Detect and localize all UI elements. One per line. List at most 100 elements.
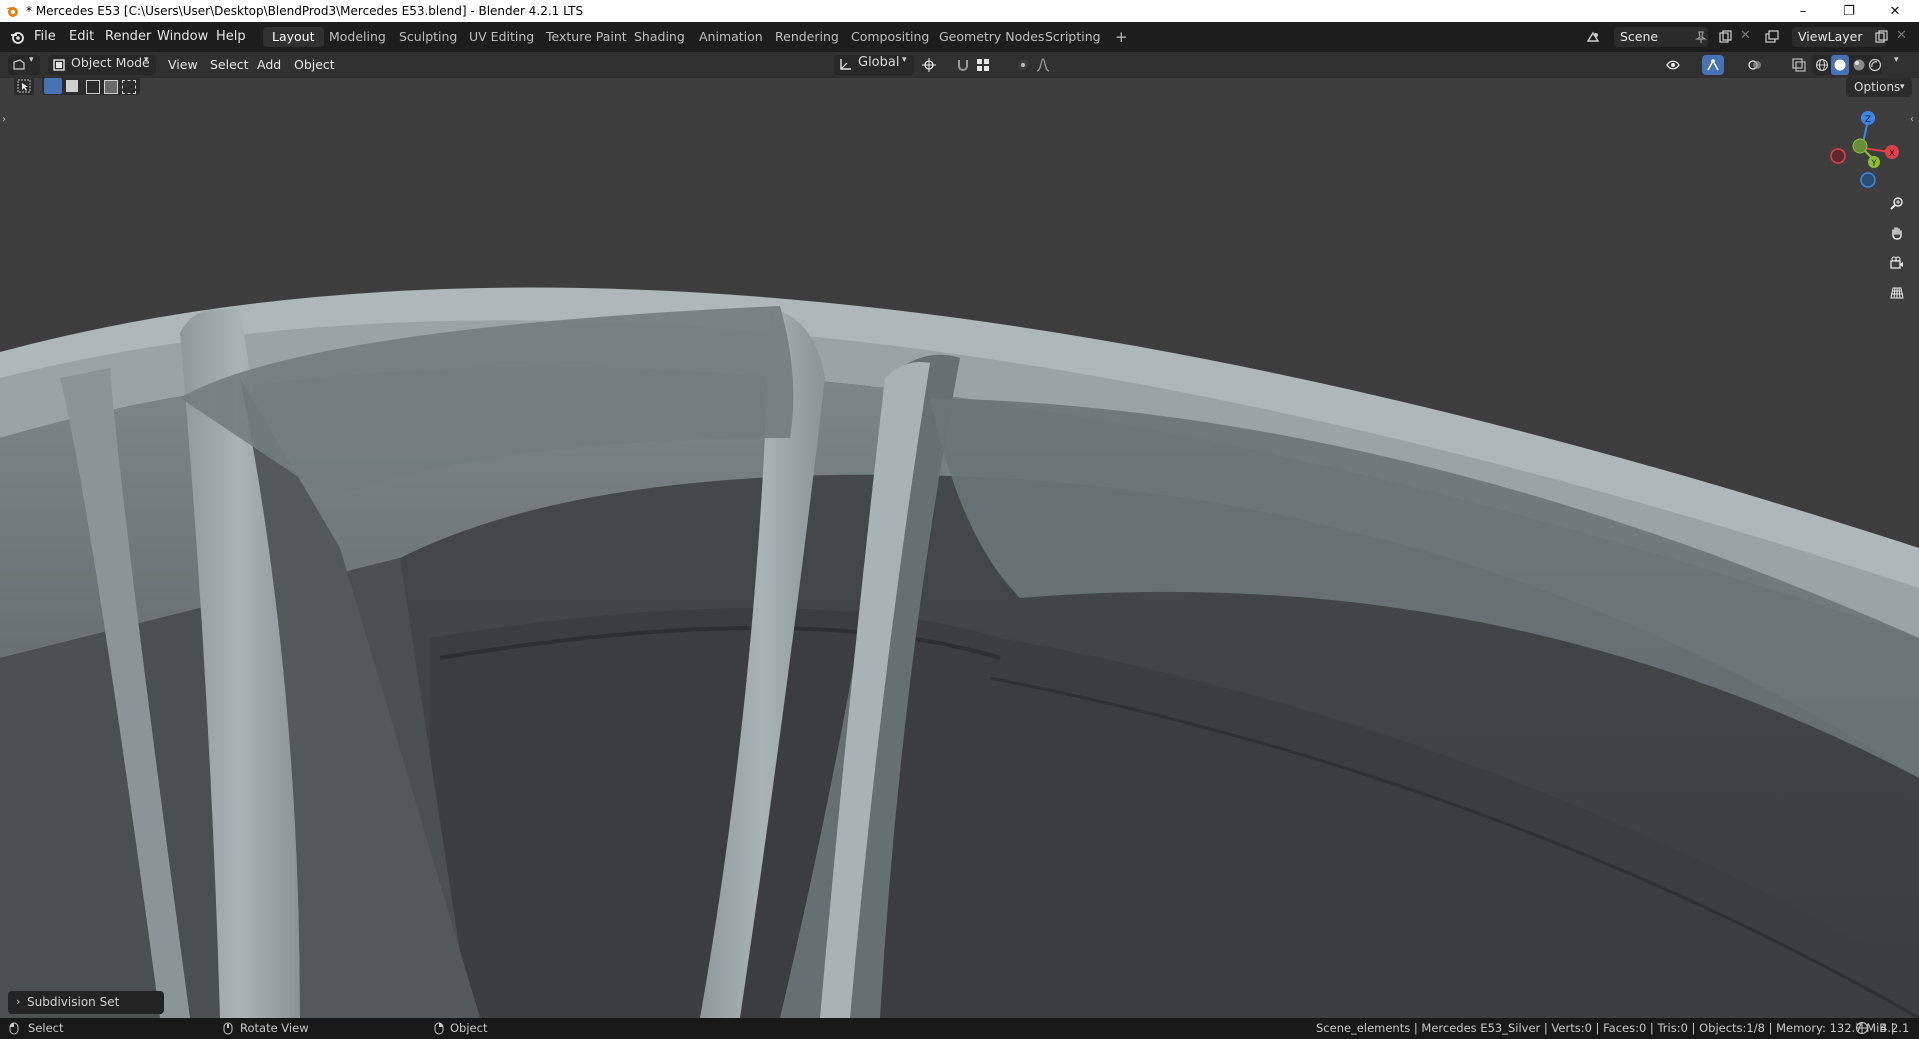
wireframe-shading-icon[interactable] [1815, 58, 1829, 72]
workspace-tab-animation[interactable]: Animation [690, 27, 772, 47]
axis-x-label: X [1889, 149, 1895, 159]
toggle-perspective-button[interactable] [1885, 281, 1909, 305]
camera-view-button[interactable] [1885, 251, 1909, 275]
workspace-tab-modeling[interactable]: Modeling [320, 27, 395, 47]
shading-mode-group [1812, 55, 1882, 75]
3d-viewport-icon [13, 59, 25, 70]
selection-mode-group [42, 78, 140, 95]
workspace-tab-uv-editing[interactable]: UV Editing [460, 27, 543, 47]
view-menu[interactable]: View [168, 55, 198, 75]
object-mode-icon [53, 59, 65, 71]
axis-neg-z-handle[interactable] [1860, 172, 1876, 188]
panel-expand-arrow-icon: › [16, 995, 21, 1008]
scene-statistics: Scene_elements | Mercedes E53_Silver | V… [1316, 1021, 1895, 1035]
snap-toggle-icon[interactable] [956, 58, 970, 72]
workspace-tab-scripting[interactable]: Scripting [1036, 27, 1110, 47]
restore-button[interactable]: ❐ [1826, 0, 1872, 22]
cursor-select-icon [17, 79, 31, 93]
solid-shading-button[interactable] [1831, 55, 1849, 75]
shading-options-chevron-icon[interactable]: ▾ [1894, 55, 1899, 65]
orientation-axes-icon [840, 59, 851, 70]
xray-toggle-icon[interactable] [1792, 58, 1806, 72]
snap-target-icon[interactable] [976, 58, 990, 72]
menu-file[interactable]: File [34, 29, 56, 44]
scene-icon[interactable] [1586, 30, 1600, 44]
workspace-tab-rendering[interactable]: Rendering [766, 27, 848, 47]
intersect-selection-icon[interactable] [122, 80, 136, 94]
zoom-view-button[interactable] [1885, 191, 1909, 215]
blender-menu-icon[interactable] [10, 30, 24, 44]
grid-perspective-icon [1890, 287, 1904, 299]
mode-label: Object Mode [71, 55, 150, 70]
visibility-eye-icon[interactable] [1666, 58, 1680, 72]
add-workspace-button[interactable]: + [1106, 27, 1137, 47]
rendered-shading-icon[interactable] [1868, 58, 1882, 72]
navigation-gizmo[interactable]: Z X Y [1822, 108, 1902, 188]
transform-orientation-selector[interactable]: Global ▾ [834, 55, 914, 75]
menu-help[interactable]: Help [216, 29, 246, 44]
mouse-right-icon [434, 1022, 444, 1035]
pin-icon[interactable] [1694, 30, 1708, 44]
new-view-layer-icon[interactable] [1874, 30, 1888, 44]
view-layer-field[interactable]: ViewLayer [1792, 27, 1886, 47]
remove-view-layer-icon[interactable]: ✕ [1896, 28, 1907, 43]
mouse-left-icon [9, 1022, 19, 1035]
3d-viewport[interactable]: › ‹ Options ▾ Z X Y [0, 78, 1919, 1018]
chevron-down-icon: ▾ [1900, 82, 1905, 92]
subtract-selection-icon[interactable] [86, 80, 100, 94]
editor-type-button[interactable]: ▾ [8, 55, 40, 75]
axis-neg-y-handle[interactable] [1852, 138, 1868, 154]
chevron-down-icon: ▾ [144, 55, 149, 65]
mouse-middle-icon [223, 1022, 233, 1035]
falloff-curve-icon[interactable] [1036, 58, 1050, 72]
pivot-point-icon[interactable] [922, 58, 936, 72]
remove-scene-icon[interactable]: ✕ [1740, 28, 1751, 43]
view-layer-icon[interactable] [1765, 30, 1779, 44]
gizmo-toggle-button[interactable] [1702, 55, 1724, 75]
solid-shading-icon [1834, 59, 1846, 71]
last-operation-panel[interactable]: › Subdivision Set [8, 991, 164, 1014]
select-menu[interactable]: Select [210, 55, 249, 75]
chevron-down-icon: ▾ [29, 55, 34, 65]
minimize-button[interactable]: – [1780, 0, 1826, 22]
set-new-selection-button[interactable] [44, 78, 62, 94]
proportional-editing-icon[interactable] [1016, 58, 1030, 72]
workspace-tab-texture-paint[interactable]: Texture Paint [537, 27, 636, 47]
menu-edit[interactable]: Edit [69, 29, 94, 44]
blender-logo-icon [6, 7, 18, 17]
gizmo-icon [1707, 59, 1719, 71]
material-preview-icon[interactable] [1852, 58, 1866, 72]
orientation-label: Global [858, 55, 900, 70]
workspace-tab-geometry-nodes[interactable]: Geometry Nodes [930, 27, 1053, 47]
top-menu-bar: File Edit Render Window Help Layout Model… [0, 22, 1919, 52]
network-icon [1855, 1021, 1869, 1035]
window-title-bar: * Mercedes E53 [C:\Users\User\Desktop\Bl… [0, 0, 1919, 22]
options-dropdown[interactable]: Options ▾ [1846, 78, 1912, 97]
toolbar-expand-arrow-icon[interactable]: › [2, 114, 6, 125]
extend-selection-icon[interactable] [66, 80, 78, 92]
menu-render[interactable]: Render [105, 29, 151, 44]
blender-version: 4.2.1 [1880, 1021, 1910, 1035]
add-menu[interactable]: Add [257, 55, 281, 75]
axis-z-label: Z [1865, 115, 1871, 125]
workspace-tab-compositing[interactable]: Compositing [842, 27, 938, 47]
close-button[interactable]: ✕ [1872, 0, 1918, 22]
new-scene-icon[interactable] [1718, 30, 1732, 44]
workspace-tab-layout[interactable]: Layout [263, 27, 324, 47]
sidebar-expand-arrow-icon[interactable]: ‹ [1910, 114, 1914, 125]
chevron-down-icon: ▾ [902, 55, 907, 65]
pan-view-button[interactable] [1885, 221, 1909, 245]
axis-neg-x-handle[interactable] [1830, 148, 1846, 164]
status-object-hint: Object [450, 1021, 488, 1035]
workspace-tab-sculpting[interactable]: Sculpting [390, 27, 466, 47]
invert-selection-icon[interactable] [104, 80, 118, 94]
overlays-icon[interactable] [1748, 58, 1762, 72]
menu-window[interactable]: Window [157, 29, 208, 44]
status-bar: Select Rotate View Object Scene_elements… [0, 1018, 1919, 1039]
workspace-tab-shading[interactable]: Shading [625, 27, 694, 47]
mode-selector[interactable]: Object Mode ▾ [48, 55, 156, 75]
object-menu[interactable]: Object [294, 55, 335, 75]
select-tool-button[interactable] [14, 78, 34, 95]
last-operation-label: Subdivision Set [27, 995, 120, 1009]
axis-y-label: Y [1870, 159, 1877, 169]
